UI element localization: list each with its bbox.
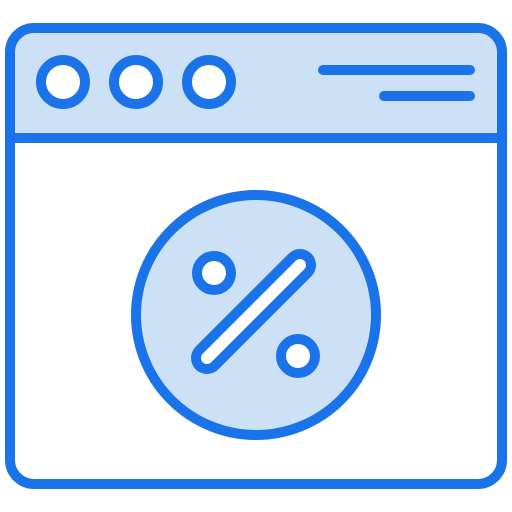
percent-dot-top-icon <box>192 251 236 295</box>
window-dot-1-icon <box>36 55 90 109</box>
browser-window-percent-discount-icon <box>5 23 507 489</box>
percent-dot-bottom-icon <box>276 334 320 378</box>
window-dot-3-icon <box>182 55 236 109</box>
window-dot-2-icon <box>109 55 163 109</box>
icon-canvas <box>0 0 512 512</box>
